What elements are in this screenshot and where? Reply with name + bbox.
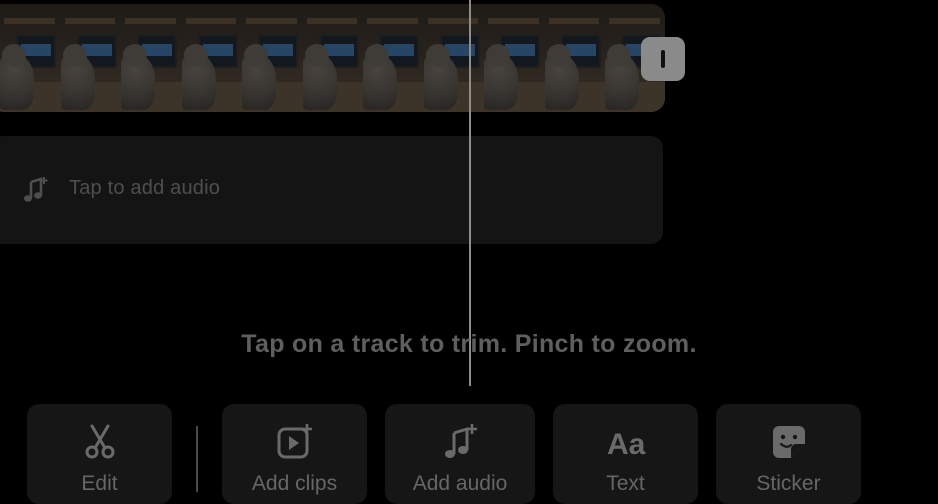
text-aa-icon: Aa [606,422,646,462]
add-audio-label: Add audio [412,472,508,495]
sticker-icon [769,422,809,462]
edit-label: Edit [81,472,118,495]
edit-button[interactable]: Edit [27,404,172,504]
trim-handle[interactable] [641,37,685,81]
video-clip-track[interactable] [0,4,665,112]
track-dim-overlay [0,4,665,112]
music-note-plus-icon [440,422,480,462]
trim-zoom-hint: Tap on a track to trim. Pinch to zoom. [241,330,697,358]
scissors-icon [80,422,120,462]
sticker-label: Sticker [756,472,821,495]
toolbar-divider [196,426,198,492]
add-audio-button[interactable]: Add audio [385,404,535,504]
add-audio-prompt: Tap to add audio [69,177,221,199]
music-note-plus-icon [22,176,48,204]
sticker-button[interactable]: Sticker [716,404,861,504]
text-button[interactable]: Aa Text [553,404,698,504]
text-label: Text [606,472,645,495]
video-add-icon [275,422,315,462]
add-clips-button[interactable]: Add clips [222,404,367,504]
svg-text:Aa: Aa [607,428,646,459]
playhead[interactable] [469,0,471,386]
add-clips-label: Add clips [251,472,338,495]
